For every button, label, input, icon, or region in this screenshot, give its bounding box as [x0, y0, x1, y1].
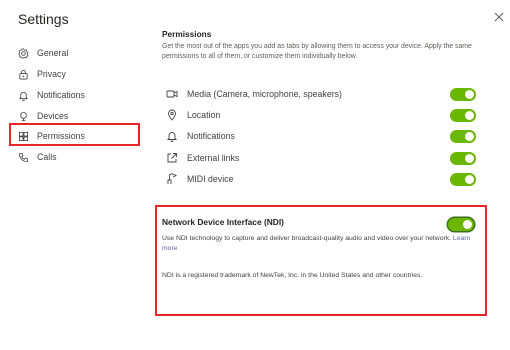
- bell-icon: [166, 132, 178, 142]
- permission-label: External links: [187, 153, 240, 163]
- toggle-knob: [463, 220, 472, 229]
- sidebar-item-notifications[interactable]: Notifications: [18, 86, 85, 104]
- sidebar-item-label: General: [37, 48, 69, 58]
- toggle-knob: [465, 132, 474, 141]
- permission-location: Location: [166, 107, 476, 123]
- permission-midi: MIDI device: [166, 171, 476, 187]
- permission-external-links: External links: [166, 150, 476, 166]
- ndi-toggle[interactable]: [448, 218, 474, 231]
- permission-notifications: Notifications: [166, 128, 476, 144]
- sidebar-item-calls[interactable]: Calls: [18, 148, 57, 166]
- permission-media: Media (Camera, microphone, speakers): [166, 86, 476, 102]
- selected-item-highlight: [9, 123, 140, 146]
- bell-icon: [18, 91, 29, 101]
- permission-label: MIDI device: [187, 174, 234, 184]
- permission-label: Media (Camera, microphone, speakers): [187, 89, 342, 99]
- lock-icon: [19, 69, 28, 79]
- permissions-description: Get the most out of the apps you add as …: [162, 43, 472, 60]
- sidebar-item-label: Devices: [37, 111, 69, 121]
- ndi-description: Use NDI technology to capture and delive…: [162, 234, 474, 254]
- toggle-knob: [465, 111, 474, 120]
- ndi-heading: Network Device Interface (NDI): [162, 217, 284, 227]
- settings-title: Settings: [18, 11, 69, 27]
- close-icon[interactable]: [493, 11, 505, 23]
- ndi-trademark-note: NDI is a registered trademark of NewTek,…: [162, 272, 423, 279]
- gear-icon: [18, 48, 29, 59]
- ndi-description-text: Use NDI technology to capture and delive…: [162, 235, 452, 242]
- device-icon: [20, 111, 27, 121]
- notifications-toggle[interactable]: [450, 130, 476, 143]
- sidebar-item-general[interactable]: General: [18, 44, 68, 62]
- media-toggle[interactable]: [450, 88, 476, 101]
- permission-label: Notifications: [187, 131, 235, 141]
- sidebar-item-label: Notifications: [37, 90, 85, 100]
- sidebar-item-label: Privacy: [37, 69, 66, 79]
- phone-icon: [18, 152, 29, 162]
- external-links-toggle[interactable]: [450, 152, 476, 165]
- midi-toggle[interactable]: [450, 173, 476, 186]
- location-toggle[interactable]: [450, 109, 476, 122]
- midi-icon: [167, 173, 178, 184]
- external-link-icon: [167, 153, 177, 163]
- permission-label: Location: [187, 110, 221, 120]
- toggle-knob: [465, 175, 474, 184]
- toggle-knob: [465, 90, 474, 99]
- permissions-heading: Permissions: [162, 29, 212, 39]
- camera-icon: [166, 90, 178, 98]
- sidebar-item-privacy[interactable]: Privacy: [18, 65, 66, 83]
- toggle-knob: [465, 154, 474, 163]
- location-icon: [168, 109, 176, 121]
- sidebar-item-label: Calls: [37, 152, 57, 162]
